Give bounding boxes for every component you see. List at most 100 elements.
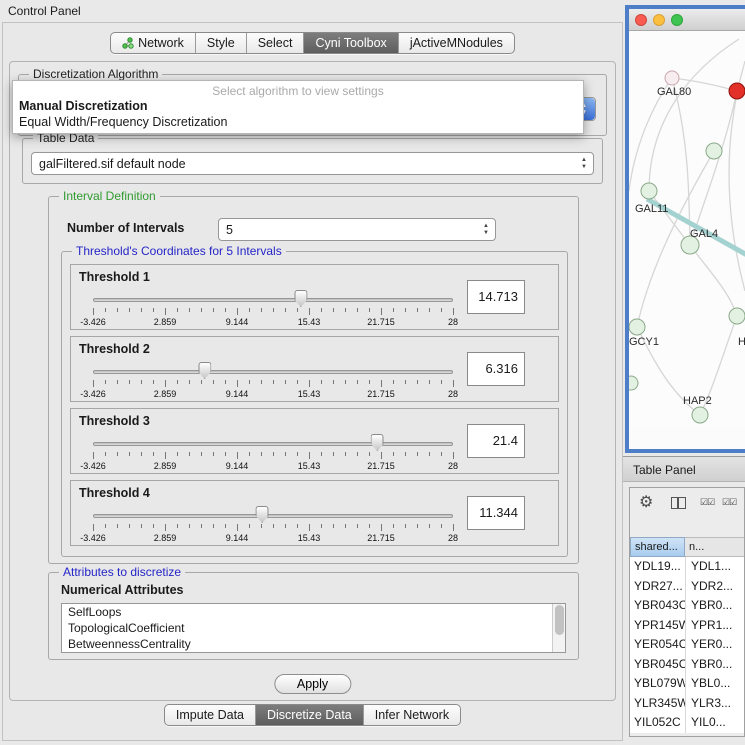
network-node[interactable]	[729, 308, 745, 324]
cyni-toolbox-panel: Discretization Algorithm ▲▼ Select algor…	[9, 61, 616, 701]
slider-track[interactable]	[93, 514, 453, 518]
slider-thumb[interactable]	[371, 434, 384, 451]
table-cell[interactable]: YLR345W	[630, 694, 685, 714]
column-manager-icon[interactable]	[671, 497, 686, 509]
close-traffic-light-icon[interactable]	[635, 14, 647, 26]
tab-network[interactable]: Network	[111, 33, 195, 53]
table-cell[interactable]: YBR043C	[630, 596, 685, 616]
slider-track[interactable]	[93, 298, 453, 302]
network-canvas[interactable]: GAL80GAL11GAL4GCY1HAP2H	[629, 31, 745, 426]
table-cell[interactable]: YBL0...	[685, 674, 744, 694]
threshold-slider[interactable]: -3.4262.8599.14415.4321.71528	[93, 289, 453, 329]
slider-tick	[285, 524, 286, 528]
algorithm-dropdown-popup: Select algorithm to view settings Manual…	[12, 80, 584, 134]
table-cell[interactable]: YIL0...	[685, 713, 744, 733]
tab-style[interactable]: Style	[195, 33, 246, 53]
dropdown-option-equal-width-frequency[interactable]: Equal Width/Frequency Discretization	[13, 114, 583, 130]
table-row[interactable]: YLR345WYLR3...	[630, 694, 744, 714]
table-cell[interactable]: YBR0...	[685, 655, 744, 675]
slider-tick	[441, 524, 442, 528]
threshold-value-field[interactable]: 21.4	[467, 424, 525, 458]
tab-select[interactable]: Select	[246, 33, 304, 53]
slider-tick	[141, 308, 142, 312]
slider-tick	[405, 308, 406, 312]
table-cell[interactable]: YIL052C	[630, 713, 685, 733]
threshold-slider[interactable]: -3.4262.8599.14415.4321.71528	[93, 505, 453, 545]
table-cell[interactable]: YBR045C	[630, 655, 685, 675]
select-all-columns-icon[interactable]: ☑☑	[700, 497, 714, 508]
table-cell[interactable]: YBL079W	[630, 674, 685, 694]
column-header-shared[interactable]: shared...	[630, 537, 685, 557]
tab-impute-data[interactable]: Impute Data	[165, 705, 255, 725]
slider-thumb[interactable]	[294, 290, 307, 307]
apply-button[interactable]: Apply	[274, 674, 351, 694]
combo-stepper-icon[interactable]: ▲▼	[478, 220, 494, 239]
slider-tick	[417, 380, 418, 384]
table-cell[interactable]: YPR1...	[685, 616, 744, 636]
network-window-titlebar[interactable]	[629, 9, 745, 31]
slider-tick	[381, 380, 382, 387]
slider-thumb[interactable]	[198, 362, 211, 379]
slider-tick	[333, 524, 334, 528]
control-panel: NetworkStyleSelectCyni ToolboxjActiveMNo…	[2, 22, 623, 741]
slider-tick	[153, 452, 154, 456]
slider-tick	[405, 452, 406, 456]
tab-discretize-data[interactable]: Discretize Data	[255, 705, 363, 725]
list-item[interactable]: BetweennessCentrality	[62, 636, 565, 652]
table-cell[interactable]: YDR27...	[630, 577, 685, 597]
network-node[interactable]	[706, 143, 722, 159]
slider-tick	[237, 452, 238, 459]
threshold-value-field[interactable]: 6.316	[467, 352, 525, 386]
number-of-intervals-combobox[interactable]: 5 ▲▼	[218, 218, 496, 241]
network-node[interactable]	[629, 319, 645, 335]
tick-label: 15.43	[298, 389, 321, 399]
minimize-traffic-light-icon[interactable]	[653, 14, 665, 26]
table-row[interactable]: YIL052CYIL0...	[630, 713, 744, 733]
table-row[interactable]: YBR043CYBR0...	[630, 596, 744, 616]
list-item[interactable]: TopologicalCoefficient	[62, 620, 565, 636]
combo-stepper-icon[interactable]: ▲▼	[576, 154, 592, 173]
table-row[interactable]: YBR045CYBR0...	[630, 655, 744, 675]
tab-cyni-toolbox[interactable]: Cyni Toolbox	[303, 33, 397, 53]
table-row[interactable]: YER054CYER0...	[630, 635, 744, 655]
table-cell[interactable]: YER0...	[685, 635, 744, 655]
table-cell[interactable]: YLR3...	[685, 694, 744, 714]
table-row[interactable]: YDL19...YDL1...	[630, 557, 744, 577]
tab-jactivemnodules[interactable]: jActiveMNodules	[398, 33, 514, 53]
network-node[interactable]	[629, 376, 638, 390]
zoom-traffic-light-icon[interactable]	[671, 14, 683, 26]
slider-tick	[117, 524, 118, 528]
network-node[interactable]	[665, 71, 679, 85]
slider-track[interactable]	[93, 370, 453, 374]
table-cell[interactable]: YDL1...	[685, 557, 744, 577]
slider-tick	[297, 380, 298, 384]
table-cell[interactable]: YER054C	[630, 635, 685, 655]
table-row[interactable]: YBL079WYBL0...	[630, 674, 744, 694]
unselect-columns-icon[interactable]: ☑☑	[722, 497, 736, 508]
threshold-value-field[interactable]: 14.713	[467, 280, 525, 314]
slider-thumb[interactable]	[256, 506, 269, 523]
table-row[interactable]: YPR145WYPR1...	[630, 616, 744, 636]
slider-track[interactable]	[93, 442, 453, 446]
dropdown-option-manual-discretization[interactable]: Manual Discretization	[13, 98, 583, 114]
gear-icon[interactable]: ⚙	[639, 492, 653, 512]
threshold-slider[interactable]: -3.4262.8599.14415.4321.71528	[93, 433, 453, 473]
column-header-name[interactable]: n...	[685, 537, 744, 557]
network-node[interactable]	[692, 407, 708, 423]
slider-tick	[381, 308, 382, 315]
table-row[interactable]: YDR27...YDR2...	[630, 577, 744, 597]
network-node-highlighted[interactable]	[729, 83, 745, 99]
list-item[interactable]: SelfLoops	[62, 604, 565, 620]
tab-infer-network[interactable]: Infer Network	[363, 705, 460, 725]
network-node[interactable]	[641, 183, 657, 199]
threshold-value-field[interactable]: 11.344	[467, 496, 525, 530]
numerical-attributes-list[interactable]: SelfLoopsTopologicalCoefficientBetweenne…	[61, 603, 566, 653]
table-data-combobox[interactable]: galFiltered.sif default node ▲▼	[31, 152, 594, 175]
table-cell[interactable]: YDR2...	[685, 577, 744, 597]
threshold-slider[interactable]: -3.4262.8599.14415.4321.71528	[93, 361, 453, 401]
table-cell[interactable]: YDL19...	[630, 557, 685, 577]
list-scrollbar[interactable]	[552, 604, 565, 652]
table-cell[interactable]: YPR145W	[630, 616, 685, 636]
scrollbar-thumb[interactable]	[555, 605, 564, 635]
table-cell[interactable]: YBR0...	[685, 596, 744, 616]
